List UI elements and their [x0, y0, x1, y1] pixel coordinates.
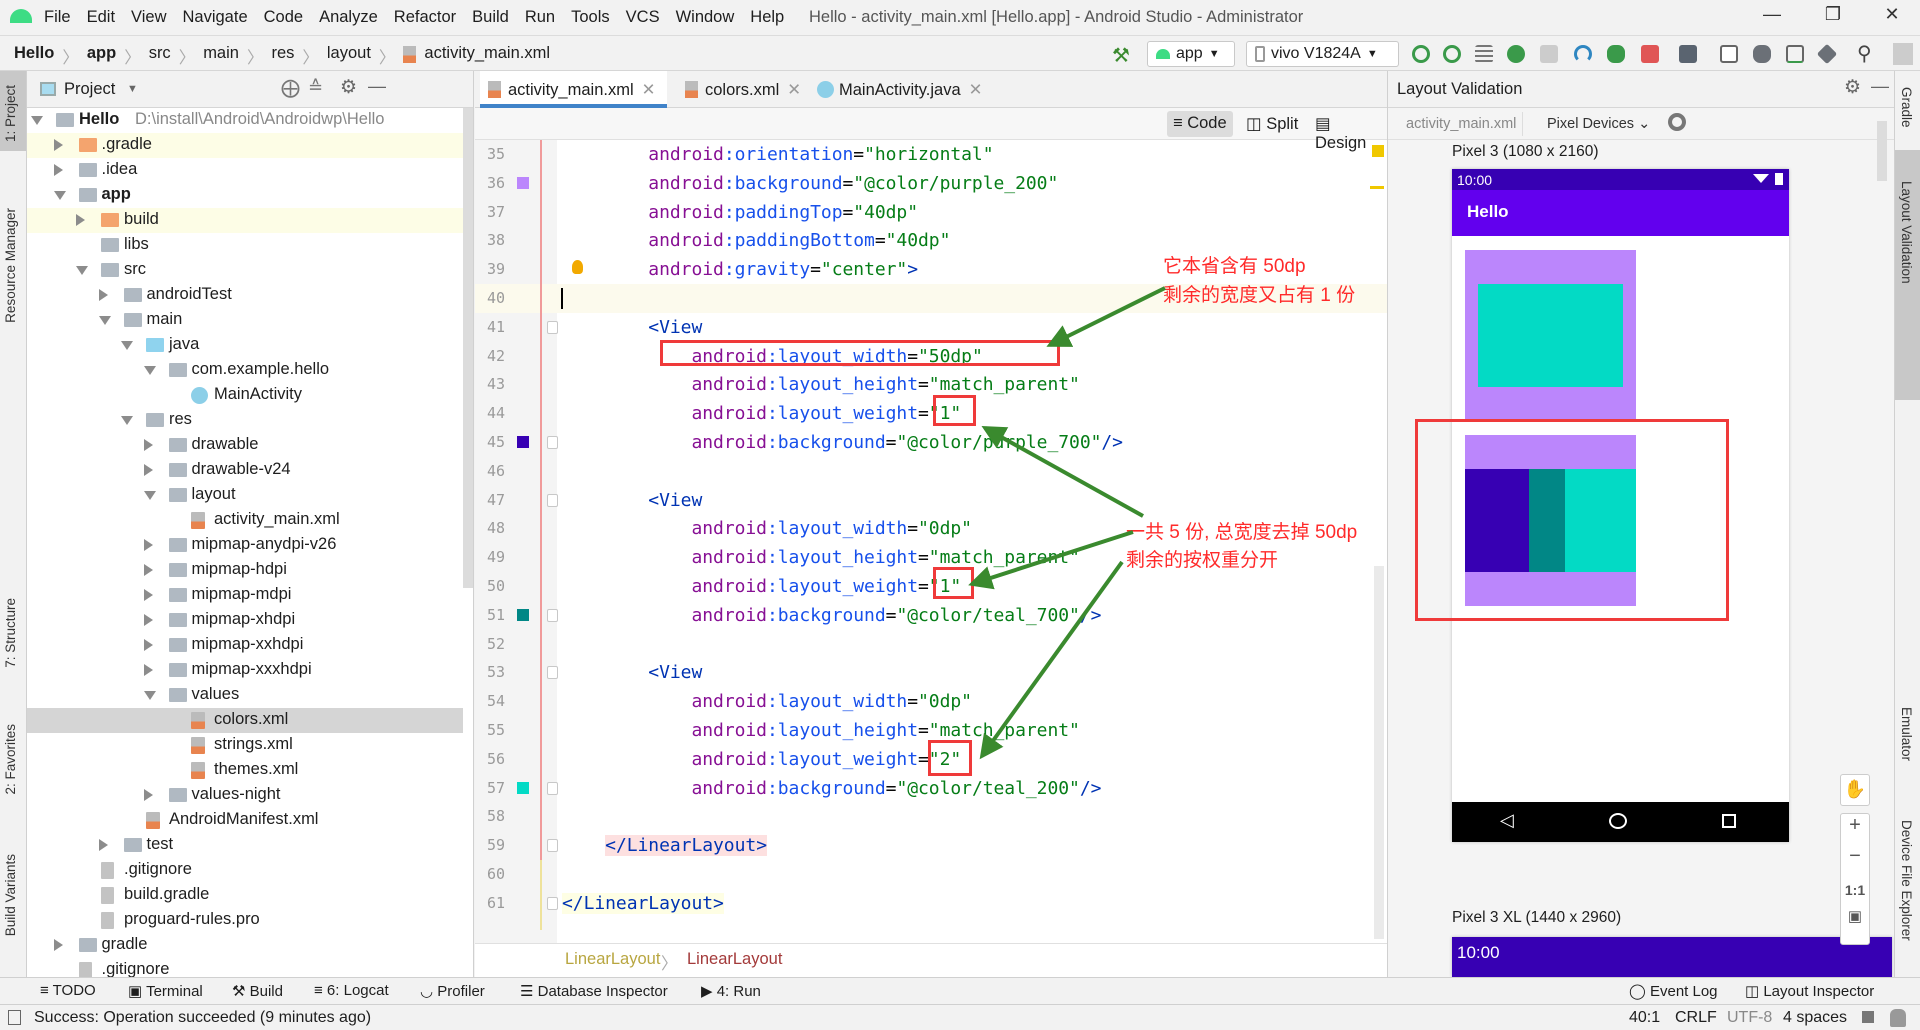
build-button[interactable]: ⚒ Build — [232, 982, 283, 1000]
gear-icon[interactable]: ⚙ — [1844, 76, 1861, 99]
stripe-gradle[interactable]: Gradle — [1899, 87, 1914, 128]
eye-icon[interactable] — [1668, 113, 1686, 131]
validation-toolbar: activity_main.xml Pixel Devices ⌄ — [1388, 108, 1894, 140]
database-inspector-button[interactable]: ☰ Database Inspector — [520, 982, 668, 1000]
line-separator[interactable]: CRLF — [1675, 1009, 1717, 1027]
terminal-button[interactable]: ▣ Terminal — [128, 982, 203, 1000]
clock: 10:00 — [1457, 943, 1500, 962]
logcat-icon: ≡ — [314, 982, 327, 999]
layout-inspector-icon: ◫ — [1745, 983, 1764, 1000]
hide-panel-icon[interactable]: — — [1871, 76, 1889, 97]
todo-button[interactable]: ≡ TODO — [40, 982, 96, 999]
back-icon[interactable]: ◁ — [1500, 810, 1514, 831]
device-preview-pixel-3-xl[interactable]: 10:00 — [1452, 937, 1892, 977]
file-encoding[interactable]: UTF-8 — [1727, 1009, 1772, 1027]
arrow — [981, 426, 1144, 518]
event-log-button[interactable]: ◯ Event Log — [1629, 982, 1718, 1000]
zoom-fit-button[interactable]: ▣ — [1841, 907, 1869, 938]
layout-inspector-button[interactable]: ◫ Layout Inspector — [1745, 982, 1874, 1000]
right-tool-stripe: Gradle Layout Validation Emulator Device… — [1894, 71, 1920, 977]
arrow — [1046, 286, 1166, 347]
stripe-device-file-explorer[interactable]: Device File Explorer — [1899, 820, 1914, 941]
navigation-bar: ◁ — [1452, 802, 1789, 842]
stripe-emulator[interactable]: Emulator — [1899, 707, 1914, 761]
logcat-button[interactable]: ≡ 6: Logcat — [314, 982, 389, 999]
pan-hand-button[interactable]: ✋ — [1840, 774, 1870, 806]
layout-validation-panel: Layout Validation ⚙ — activity_main.xml … — [1387, 71, 1894, 977]
profiler-button[interactable]: ◡ Profiler — [420, 982, 485, 1000]
arrow — [968, 530, 1134, 590]
status-bar: Success: Operation succeeded (9 minutes … — [0, 1004, 1920, 1030]
status-bar: 10:00 — [1452, 169, 1789, 190]
database-icon: ☰ — [520, 983, 538, 1000]
stripe-layout-validation[interactable]: Layout Validation — [1899, 181, 1914, 284]
validation-header: Layout Validation ⚙ — — [1388, 71, 1894, 108]
lock-icon[interactable] — [1862, 1011, 1874, 1023]
linear-layout-top — [1465, 250, 1636, 419]
chevron-down-icon: ⌄ — [1638, 116, 1651, 132]
speech-bubble-icon: ◯ — [1629, 983, 1650, 1000]
run-button[interactable]: ▶ 4: Run — [701, 982, 761, 1000]
status-panel-icon[interactable] — [8, 1010, 21, 1025]
zoom-controls: + − 1:1 ▣ — [1840, 813, 1870, 945]
validation-scrollbar[interactable] — [1877, 121, 1887, 181]
device-label: Pixel 3 XL (1440 x 2960) — [1452, 909, 1622, 926]
inner-view — [1478, 284, 1623, 387]
home-icon[interactable] — [1609, 813, 1627, 829]
tool-window-bar: ≡ TODO ▣ Terminal ⚒ Build ≡ 6: Logcat ◡ … — [0, 977, 1920, 1004]
clock: 10:00 — [1457, 172, 1493, 188]
app-bar: Hello — [1452, 190, 1789, 236]
terminal-icon: ▣ — [128, 983, 147, 1000]
arrow — [979, 560, 1124, 760]
divider — [1522, 112, 1523, 136]
panel-title: Layout Validation — [1397, 80, 1523, 98]
highlight-box-preview — [1415, 419, 1729, 621]
list-icon: ≡ — [40, 982, 53, 999]
zoom-actual-size-button[interactable]: 1:1 — [1841, 876, 1869, 907]
run-icon: ▶ — [701, 983, 717, 1000]
device-label: Pixel 3 (1080 x 2160) — [1452, 143, 1599, 160]
zoom-in-button[interactable]: + — [1841, 814, 1869, 845]
status-message[interactable]: Success: Operation succeeded (9 minutes … — [34, 1009, 371, 1027]
zoom-out-button[interactable]: − — [1841, 845, 1869, 876]
device-set-dropdown[interactable]: Pixel Devices ⌄ — [1547, 116, 1650, 132]
file-label: activity_main.xml — [1406, 116, 1517, 132]
caret-position[interactable]: 40:1 — [1629, 1009, 1660, 1027]
wifi-icon — [1753, 174, 1769, 183]
hammer-icon: ⚒ — [232, 983, 250, 1000]
inspector-icon[interactable] — [1890, 1009, 1906, 1027]
indent-setting[interactable]: 4 spaces — [1783, 1009, 1847, 1027]
battery-icon — [1775, 173, 1783, 185]
recents-icon[interactable] — [1722, 814, 1736, 828]
profiler-icon: ◡ — [420, 983, 438, 1000]
